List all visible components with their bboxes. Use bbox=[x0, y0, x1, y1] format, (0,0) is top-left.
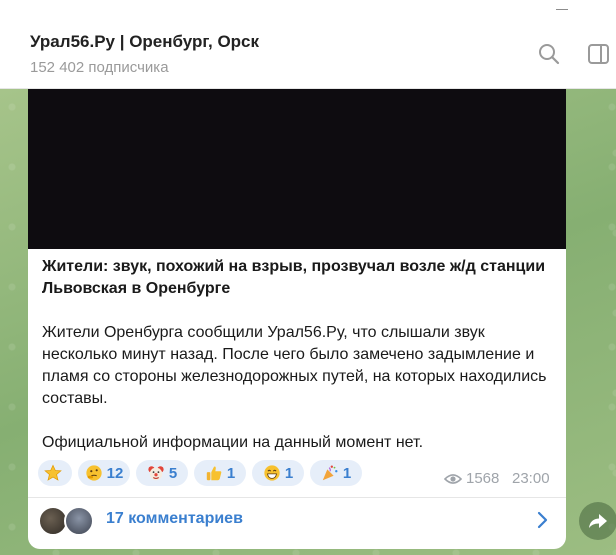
reaction-thumbs-up[interactable]: 1 bbox=[194, 460, 246, 486]
window-titlebar bbox=[0, 0, 616, 20]
clown-face-icon bbox=[148, 466, 164, 481]
chevron-right-icon bbox=[537, 511, 548, 529]
comments-label: 17 комментариев bbox=[106, 510, 243, 527]
eye-icon bbox=[444, 474, 462, 484]
search-icon[interactable] bbox=[537, 42, 561, 66]
reaction-count: 12 bbox=[106, 464, 124, 482]
reaction-star[interactable] bbox=[38, 460, 72, 486]
reaction-clown[interactable]: 5 bbox=[136, 460, 188, 486]
thinking-face-icon bbox=[86, 465, 102, 481]
post-title: Жители: звук, похожий на взрыв, прозвуча… bbox=[42, 258, 546, 297]
chat-header: Урал56.Ру | Оренбург, Орск 152 402 подпи… bbox=[0, 20, 616, 89]
thumbs-up-icon bbox=[206, 466, 222, 481]
post-body: Жители Оренбурга сообщили Урал56.Ру, что… bbox=[42, 322, 562, 454]
reaction-count: 1 bbox=[226, 464, 236, 482]
reaction-party-popper[interactable]: 1 bbox=[310, 460, 362, 486]
reaction-count: 5 bbox=[168, 464, 178, 482]
reaction-grinning[interactable]: 1 bbox=[252, 460, 304, 486]
view-count: 1568 bbox=[466, 470, 500, 487]
reaction-count: 1 bbox=[284, 464, 294, 482]
share-arrow-icon bbox=[589, 514, 607, 528]
reaction-thinking[interactable]: 12 bbox=[78, 460, 130, 486]
post-time: 23:00 bbox=[512, 470, 550, 487]
message-bubble: Жители: звук, похожий на взрыв, прозвуча… bbox=[28, 89, 566, 549]
star-icon bbox=[44, 464, 62, 481]
post-paragraph: Официальной информации на данный момент … bbox=[42, 434, 424, 451]
reaction-count: 1 bbox=[342, 464, 352, 482]
subscriber-count: 152 402 подписчика bbox=[30, 59, 169, 76]
grinning-face-icon bbox=[264, 465, 280, 481]
avatar bbox=[64, 506, 94, 536]
post-paragraph: Жители Оренбурга сообщили Урал56.Ру, что… bbox=[42, 324, 547, 407]
side-panel-icon[interactable] bbox=[587, 42, 611, 66]
comments-button[interactable]: 17 комментариев bbox=[28, 498, 566, 542]
channel-title[interactable]: Урал56.Ру | Оренбург, Орск bbox=[30, 32, 259, 52]
share-button[interactable] bbox=[579, 502, 616, 540]
post-media[interactable] bbox=[28, 89, 566, 249]
party-popper-icon bbox=[322, 465, 338, 481]
minimize-button[interactable] bbox=[556, 9, 568, 10]
